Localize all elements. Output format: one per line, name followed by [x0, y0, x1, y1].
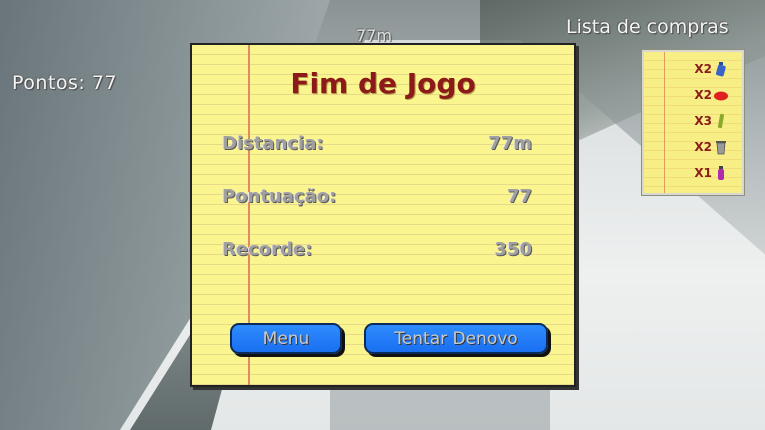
- game-over-title: Fim de Jogo: [290, 67, 476, 100]
- distance-label: Distancia:: [222, 133, 324, 154]
- item-quantity: X3: [694, 114, 712, 128]
- score-label: Pontuação:: [222, 186, 337, 207]
- record-value: 350: [494, 239, 532, 260]
- item-quantity: X1: [694, 166, 712, 180]
- item-quantity: X2: [694, 140, 712, 154]
- record-label: Recorde:: [222, 239, 313, 260]
- sausage-icon: [714, 91, 728, 101]
- score-text: Pontos: 77: [12, 72, 118, 94]
- score-value: 77: [506, 186, 532, 207]
- shopping-list-item: X2: [644, 82, 742, 108]
- menu-button[interactable]: Menu: [230, 323, 342, 354]
- shopping-list-item: X3: [644, 108, 742, 134]
- retry-button[interactable]: Tentar Denovo: [364, 323, 548, 354]
- shopping-list-panel: X2 X2 X3 X2 X1: [642, 50, 744, 195]
- tube-icon: [717, 113, 725, 129]
- shopping-list-item: X2: [644, 134, 742, 160]
- trash-bin-icon: [716, 141, 726, 155]
- shopping-list-title: Lista de compras: [566, 16, 729, 38]
- item-quantity: X2: [694, 88, 712, 102]
- spray-can-icon: [718, 166, 724, 180]
- shopping-list-item: X1: [644, 160, 742, 186]
- game-over-panel: Fim de Jogo Distancia: 77m Pontuação: 77…: [190, 43, 576, 387]
- bottle-icon: [716, 62, 726, 77]
- item-quantity: X2: [694, 62, 712, 76]
- shopping-list-item: X2: [644, 56, 742, 82]
- distance-value: 77m: [488, 133, 532, 154]
- floor-strip: [330, 380, 550, 430]
